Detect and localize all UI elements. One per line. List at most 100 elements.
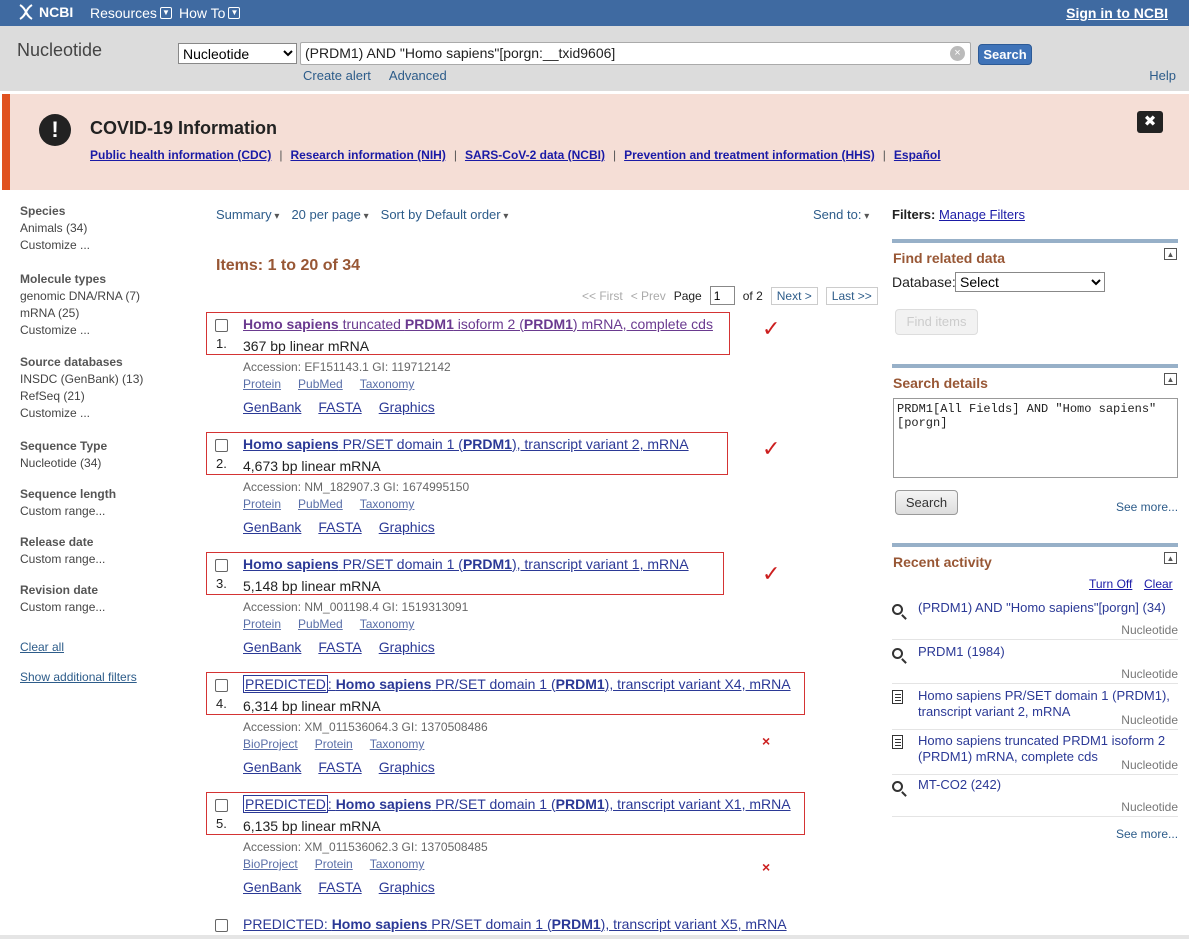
- filter-item[interactable]: Custom range...: [20, 504, 200, 518]
- filter-item[interactable]: mRNA (25): [20, 306, 200, 320]
- related-link[interactable]: Protein: [315, 737, 353, 751]
- show-additional-filters-link[interactable]: Show additional filters: [20, 670, 137, 684]
- related-link[interactable]: PubMed: [298, 377, 343, 391]
- format-link[interactable]: FASTA: [318, 399, 361, 415]
- related-link[interactable]: PubMed: [298, 497, 343, 511]
- help-link[interactable]: Help: [1149, 68, 1176, 83]
- search-input[interactable]: (PRDM1) AND "Homo sapiens"[porgn:__txid9…: [300, 42, 971, 65]
- format-link[interactable]: GenBank: [243, 639, 301, 655]
- collapse-icon[interactable]: ▲: [1164, 248, 1177, 260]
- result-checkbox[interactable]: [215, 439, 228, 452]
- format-link[interactable]: Graphics: [379, 879, 435, 895]
- result-checkbox[interactable]: [215, 919, 228, 932]
- format-link[interactable]: Graphics: [379, 399, 435, 415]
- turn-off-link[interactable]: Turn Off: [1089, 577, 1132, 591]
- filter-item[interactable]: Customize ...: [20, 238, 200, 252]
- related-link[interactable]: Taxonomy: [370, 857, 425, 871]
- see-more-link[interactable]: See more...: [1116, 500, 1178, 514]
- recent-activity-text[interactable]: MT-CO2 (242): [918, 777, 1178, 793]
- prev-page-link[interactable]: < Prev: [631, 289, 666, 303]
- recent-activity-item[interactable]: MT-CO2 (242) Nucleotide: [892, 777, 1178, 817]
- search-details-textarea[interactable]: PRDM1[All Fields] AND "Homo sapiens" [po…: [893, 398, 1178, 478]
- covid-link-nih[interactable]: Research information (NIH): [290, 148, 445, 162]
- sign-in-link[interactable]: Sign in to NCBI: [1066, 5, 1168, 21]
- result-checkbox[interactable]: [215, 679, 228, 692]
- result-title-link[interactable]: Homo sapiens PR/SET domain 1 (PRDM1), tr…: [243, 436, 689, 452]
- ncbi-logo[interactable]: NCBI: [17, 4, 73, 20]
- result-title-link[interactable]: Homo sapiens truncated PRDM1 isoform 2 (…: [243, 316, 713, 332]
- related-link[interactable]: Taxonomy: [360, 377, 415, 391]
- advanced-link[interactable]: Advanced: [389, 68, 447, 83]
- format-link[interactable]: Graphics: [379, 519, 435, 535]
- filter-item[interactable]: Customize ...: [20, 406, 200, 420]
- format-link[interactable]: FASTA: [318, 759, 361, 775]
- covid-link-ncbi[interactable]: SARS-CoV-2 data (NCBI): [465, 148, 605, 162]
- per-page-dropdown[interactable]: 20 per page: [291, 207, 368, 222]
- recent-activity-item[interactable]: Homo sapiens truncated PRDM1 isoform 2 (…: [892, 733, 1178, 775]
- clear-link[interactable]: Clear: [1144, 577, 1173, 591]
- manage-filters-link[interactable]: Manage Filters: [939, 207, 1025, 222]
- search-button[interactable]: Search: [978, 44, 1032, 65]
- format-link[interactable]: GenBank: [243, 759, 301, 775]
- recent-activity-text[interactable]: PRDM1 (1984): [918, 644, 1178, 660]
- filter-item[interactable]: Custom range...: [20, 600, 200, 614]
- recent-activity-item[interactable]: Homo sapiens PR/SET domain 1 (PRDM1), tr…: [892, 688, 1178, 730]
- related-database-select[interactable]: Select: [955, 272, 1105, 292]
- result-checkbox[interactable]: [215, 559, 228, 572]
- format-link[interactable]: FASTA: [318, 519, 361, 535]
- related-link[interactable]: Taxonomy: [370, 737, 425, 751]
- last-page-button[interactable]: Last >>: [825, 286, 878, 305]
- result-title-link[interactable]: PREDICTED: Homo sapiens PR/SET domain 1 …: [243, 795, 791, 813]
- send-to-dropdown[interactable]: Send to:: [813, 207, 869, 222]
- see-more-link[interactable]: See more...: [1116, 827, 1178, 841]
- related-link[interactable]: Protein: [243, 617, 281, 631]
- result-checkbox[interactable]: [215, 799, 228, 812]
- filter-item[interactable]: Custom range...: [20, 552, 200, 566]
- recent-activity-text[interactable]: (PRDM1) AND "Homo sapiens"[porgn] (34): [918, 600, 1178, 616]
- filter-item[interactable]: RefSeq (21): [20, 389, 200, 403]
- format-link[interactable]: Graphics: [379, 639, 435, 655]
- filter-item[interactable]: genomic DNA/RNA (7): [20, 289, 200, 303]
- recent-activity-item[interactable]: PRDM1 (1984) Nucleotide: [892, 644, 1178, 684]
- search-details-button[interactable]: Search: [895, 490, 958, 515]
- how-to-menu[interactable]: How To ▼: [179, 5, 241, 21]
- related-link[interactable]: BioProject: [243, 857, 298, 871]
- format-link[interactable]: GenBank: [243, 519, 301, 535]
- format-link[interactable]: GenBank: [243, 879, 301, 895]
- related-link[interactable]: Protein: [243, 377, 281, 391]
- related-link[interactable]: PubMed: [298, 617, 343, 631]
- recent-activity-item[interactable]: (PRDM1) AND "Homo sapiens"[porgn] (34) N…: [892, 600, 1178, 640]
- format-link[interactable]: FASTA: [318, 639, 361, 655]
- filter-item[interactable]: INSDC (GenBank) (13): [20, 372, 200, 386]
- first-page-link[interactable]: << First: [582, 289, 623, 303]
- covid-link-cdc[interactable]: Public health information (CDC): [90, 148, 271, 162]
- filter-item[interactable]: Customize ...: [20, 323, 200, 337]
- format-link[interactable]: FASTA: [318, 879, 361, 895]
- clear-search-icon[interactable]: ×: [950, 46, 965, 61]
- collapse-icon[interactable]: ▲: [1164, 552, 1177, 564]
- result-title-link[interactable]: PREDICTED: Homo sapiens PR/SET domain 1 …: [243, 675, 791, 693]
- related-link[interactable]: BioProject: [243, 737, 298, 751]
- related-link[interactable]: Protein: [243, 497, 281, 511]
- clear-all-link[interactable]: Clear all: [20, 640, 64, 654]
- resources-menu[interactable]: Resources ▼: [90, 5, 172, 21]
- related-link[interactable]: Taxonomy: [360, 497, 415, 511]
- result-checkbox[interactable]: [215, 319, 228, 332]
- format-link[interactable]: Graphics: [379, 759, 435, 775]
- database-select[interactable]: Nucleotide: [178, 43, 297, 64]
- related-link[interactable]: Protein: [315, 857, 353, 871]
- related-link[interactable]: Taxonomy: [360, 617, 415, 631]
- horizontal-scrollbar[interactable]: [0, 935, 1189, 939]
- filter-item[interactable]: Animals (34): [20, 221, 200, 235]
- summary-format-dropdown[interactable]: Summary: [216, 207, 279, 222]
- create-alert-link[interactable]: Create alert: [303, 68, 371, 83]
- close-icon[interactable]: ✖: [1137, 111, 1163, 133]
- result-title-link[interactable]: Homo sapiens PR/SET domain 1 (PRDM1), tr…: [243, 556, 689, 572]
- covid-link-hhs[interactable]: Prevention and treatment information (HH…: [624, 148, 875, 162]
- result-title-link[interactable]: PREDICTED: Homo sapiens PR/SET domain 1 …: [243, 916, 787, 932]
- find-items-button[interactable]: Find items: [895, 309, 978, 335]
- sort-dropdown[interactable]: Sort by Default order: [381, 207, 509, 222]
- filter-item[interactable]: Nucleotide (34): [20, 456, 200, 470]
- collapse-icon[interactable]: ▲: [1164, 373, 1177, 385]
- page-number-input[interactable]: [709, 286, 735, 305]
